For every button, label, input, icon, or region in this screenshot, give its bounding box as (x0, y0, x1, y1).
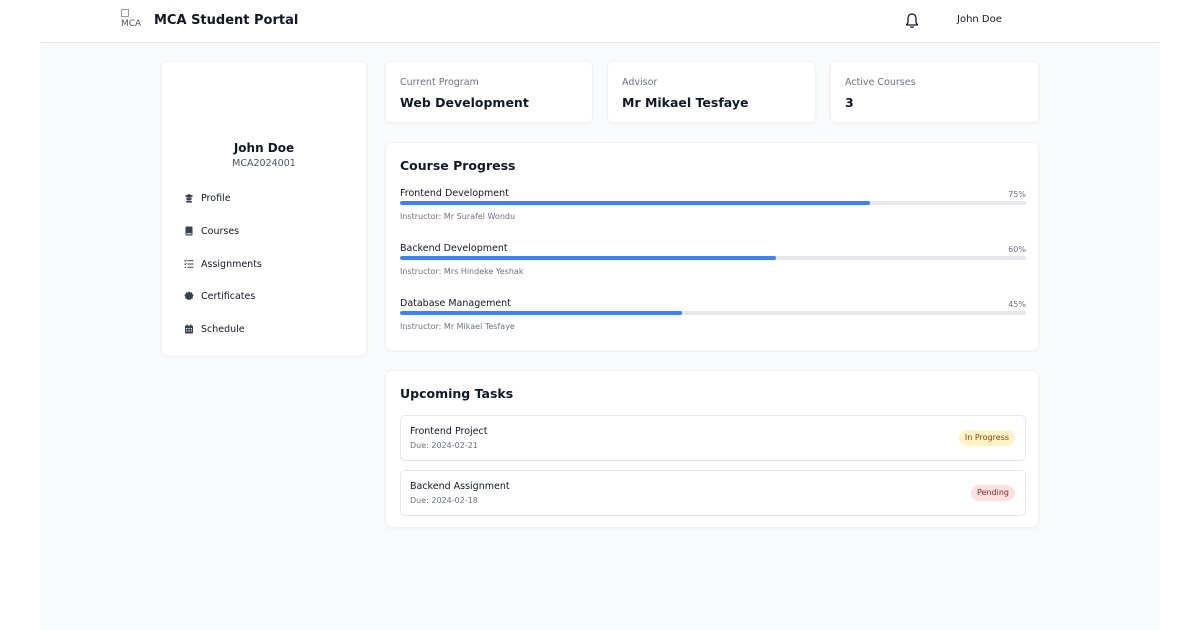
list-icon (184, 259, 194, 269)
task-due-date: Due: 2024-02-21 (410, 441, 478, 450)
course-progress-item: Backend Development 60% Instructor: Mrs … (400, 243, 1026, 283)
stat-label: Advisor (622, 77, 658, 88)
section-title: Course Progress (400, 158, 516, 173)
stat-value: Mr Mikael Tesfaye (622, 95, 749, 110)
course-progress-item: Database Management 45% Instructor: Mr M… (400, 298, 1026, 338)
bell-icon[interactable] (904, 12, 920, 30)
sidebar: John Doe MCA2024001 Profile Courses Assi… (161, 61, 367, 356)
certificate-icon (184, 291, 194, 301)
task-item[interactable]: Backend Assignment Due: 2024-02-18 Pendi… (400, 470, 1026, 516)
sidebar-item-label: Certificates (201, 290, 256, 302)
course-percent: 75% (1008, 190, 1026, 199)
stat-card-active-courses: Active Courses 3 (830, 61, 1039, 123)
course-progress-card: Course Progress Frontend Development 75%… (385, 142, 1039, 351)
progress-bar (400, 311, 1026, 315)
stat-label: Active Courses (845, 77, 916, 88)
header-user-name[interactable]: John Doe (957, 14, 1002, 25)
stat-card-program: Current Program Web Development (385, 61, 593, 123)
book-icon (184, 226, 194, 236)
course-name: Backend Development (400, 243, 508, 254)
task-due-date: Due: 2024-02-18 (410, 496, 478, 505)
sidebar-item-profile[interactable]: Profile (184, 187, 344, 209)
course-instructor: Instructor: Mr Surafel Wondu (400, 212, 516, 221)
broken-image-icon (121, 9, 129, 17)
status-badge: Pending (971, 485, 1015, 501)
sidebar-item-label: Courses (201, 225, 240, 237)
course-instructor: Instructor: Mrs Hindeke Yeshak (400, 267, 524, 276)
progress-bar (400, 201, 1026, 205)
progress-bar-fill (400, 311, 682, 315)
student-id: MCA2024001 (232, 158, 296, 169)
stat-value: Web Development (400, 95, 529, 110)
calendar-icon (184, 324, 194, 334)
progress-bar-fill (400, 256, 776, 260)
course-instructor: Instructor: Mr Mikael Tesfaye (400, 322, 515, 331)
sidebar-item-label: Assignments (201, 258, 262, 270)
graduation-cap-icon (184, 193, 194, 203)
course-name: Database Management (400, 298, 511, 309)
app-title: MCA Student Portal (154, 13, 299, 28)
progress-bar (400, 256, 1026, 260)
progress-bar-fill (400, 201, 870, 205)
sidebar-item-label: Profile (201, 192, 231, 204)
sidebar-item-certificates[interactable]: Certificates (184, 285, 344, 307)
course-percent: 45% (1008, 300, 1026, 309)
course-progress-item: Frontend Development 75% Instructor: Mr … (400, 188, 1026, 228)
sidebar-item-assignments[interactable]: Assignments (184, 253, 344, 275)
logo-alt-text: MCA (121, 19, 142, 29)
sidebar-item-courses[interactable]: Courses (184, 220, 344, 242)
sidebar-item-schedule[interactable]: Schedule (184, 318, 344, 340)
task-item[interactable]: Frontend Project Due: 2024-02-21 In Prog… (400, 415, 1026, 461)
stat-label: Current Program (400, 77, 479, 88)
stat-card-advisor: Advisor Mr Mikael Tesfaye (607, 61, 816, 123)
student-name: John Doe (233, 141, 295, 155)
status-badge: In Progress (958, 430, 1015, 446)
stat-value: 3 (845, 95, 854, 110)
course-name: Frontend Development (400, 188, 509, 199)
logo: MCA (121, 9, 145, 31)
sidebar-item-label: Schedule (201, 323, 245, 335)
task-name: Backend Assignment (410, 481, 510, 492)
course-percent: 60% (1008, 245, 1026, 254)
task-name: Frontend Project (410, 426, 488, 437)
upcoming-tasks-card: Upcoming Tasks Frontend Project Due: 202… (385, 370, 1039, 528)
section-title: Upcoming Tasks (400, 386, 514, 401)
